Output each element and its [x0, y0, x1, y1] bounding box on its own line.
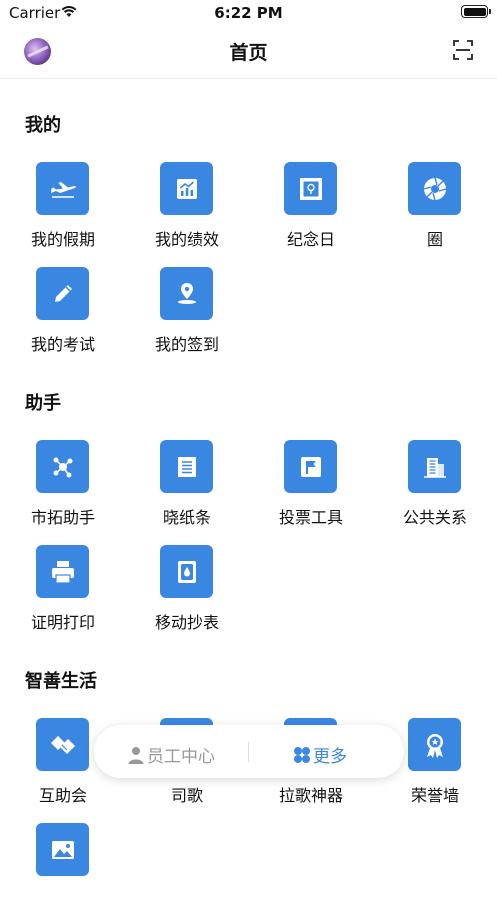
nav-bar: 首页 [0, 26, 497, 79]
item-label: 证明打印 [30, 613, 95, 632]
printer-icon [36, 545, 89, 598]
water-meter-icon [160, 545, 213, 598]
more-label: 更多 [313, 747, 347, 767]
page-title: 首页 [229, 42, 268, 64]
item-label: 我的考试 [30, 335, 95, 354]
item-label: 市拓助手 [30, 508, 95, 527]
item-label: 互助会 [38, 786, 87, 805]
item-label: 投票工具 [278, 508, 343, 527]
battery-icon [461, 5, 491, 18]
award-icon [408, 718, 461, 771]
person-icon [128, 746, 144, 764]
grid-item-certificate-print[interactable]: 证明打印 [18, 545, 108, 640]
item-label: 我的签到 [154, 335, 219, 354]
flag-icon [284, 440, 337, 493]
item-label: 晓纸条 [162, 508, 211, 527]
airplane-icon [36, 162, 89, 215]
item-label: 移动抄表 [154, 613, 219, 632]
pencil-icon [36, 267, 89, 320]
clock: 6:22 PM [214, 4, 283, 22]
clover-icon [294, 746, 310, 763]
more-tab[interactable]: 更多 [293, 742, 347, 767]
grid-item-my-performance[interactable]: 我的绩效 [142, 162, 232, 257]
item-label: 我的假期 [30, 230, 95, 249]
grid-item-circle[interactable]: 圈 [390, 162, 480, 257]
grid-item-meter-reading[interactable]: 移动抄表 [142, 545, 232, 640]
grid-item-public-relations[interactable]: 公共关系 [390, 440, 480, 535]
grid-item-gallery[interactable] [18, 823, 108, 918]
section-title-life: 智善生活 [25, 671, 97, 692]
item-label: 司歌 [170, 786, 203, 805]
item-label: 纪念日 [286, 230, 335, 249]
grid-item-mutual-aid[interactable]: 互助会 [18, 718, 108, 813]
scan-icon[interactable] [453, 40, 473, 60]
floating-tab-bar: 员工中心 更多 [94, 725, 404, 778]
location-pin-icon [160, 267, 213, 320]
item-label: 荣誉墙 [410, 786, 459, 805]
grid-item-my-checkin[interactable]: 我的签到 [142, 267, 232, 362]
item-label: 拉歌神器 [278, 786, 343, 805]
grid-item-market-assistant[interactable]: 市拓助手 [18, 440, 108, 535]
item-label: 公共关系 [402, 508, 467, 527]
item-label: 我的绩效 [154, 230, 219, 249]
grid-item-my-exam[interactable]: 我的考试 [18, 267, 108, 362]
image-icon [36, 823, 89, 876]
network-icon [36, 440, 89, 493]
staff-center-label: 员工中心 [147, 747, 215, 767]
grid-item-my-vacation[interactable]: 我的假期 [18, 162, 108, 257]
stamp-icon [284, 162, 337, 215]
status-bar: Carrier 6:22 PM [0, 0, 497, 26]
grid-item-voting-tool[interactable]: 投票工具 [266, 440, 356, 535]
aperture-icon [408, 162, 461, 215]
tab-divider [248, 742, 249, 762]
grid-item-honor-wall[interactable]: 荣誉墙 [390, 718, 480, 813]
section-title-mine: 我的 [25, 115, 61, 136]
note-icon [160, 440, 213, 493]
item-label: 圈 [426, 230, 443, 249]
section-title-assistant: 助手 [25, 393, 61, 414]
grid-item-anniversary[interactable]: 纪念日 [266, 162, 356, 257]
staff-center-tab[interactable]: 员工中心 [127, 742, 215, 767]
building-icon [408, 440, 461, 493]
handshake-icon [36, 718, 89, 771]
grid-item-note[interactable]: 晓纸条 [142, 440, 232, 535]
chart-icon [160, 162, 213, 215]
